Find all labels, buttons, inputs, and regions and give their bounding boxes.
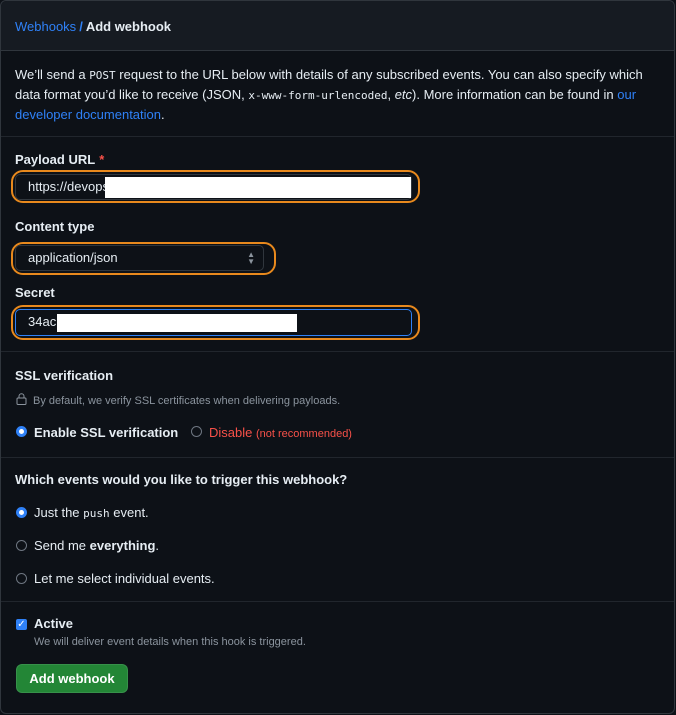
lock-icon <box>16 393 27 408</box>
ssl-disable-text: Disable <box>209 425 253 440</box>
secret-label: Secret <box>15 285 55 300</box>
post-code: POST <box>89 69 116 82</box>
event-individual-label[interactable]: Let me select individual events. <box>34 571 215 586</box>
active-checkbox[interactable]: ✓ <box>16 619 27 630</box>
content-type-label: Content type <box>15 219 95 234</box>
redacted-block <box>105 177 411 198</box>
form-header: Webhooks / Add webhook <box>1 1 674 51</box>
content-type-value: application/json <box>28 250 118 265</box>
urlencoded-code: x-www-form-urlencoded <box>248 89 388 102</box>
event-push-label[interactable]: Just the push event. <box>34 505 149 520</box>
ssl-disable-radio[interactable] <box>191 426 202 437</box>
everything-emphasis: everything <box>89 538 156 553</box>
push-code: push <box>83 507 110 520</box>
divider <box>1 601 674 602</box>
event-push-text: event. <box>109 505 149 520</box>
page-title: Add webhook <box>85 19 172 34</box>
secret-value: 34ac <box>28 314 57 329</box>
ssl-description: By default, we verify SSL certificates w… <box>33 395 341 407</box>
intro-text: We’ll send a POST request to the URL bel… <box>15 65 660 124</box>
intro-text-part: . <box>161 107 165 122</box>
intro-text-part: ). More information can be found in <box>412 87 618 102</box>
payload-url-value: https://devops <box>28 179 109 194</box>
ssl-enable-label[interactable]: Enable SSL verification <box>34 425 178 440</box>
ssl-enable-radio[interactable] <box>16 426 27 437</box>
intro-text-part: We’ll send a <box>15 67 90 82</box>
event-everything-text: . <box>155 538 160 553</box>
required-marker: * <box>99 152 105 167</box>
add-webhook-button[interactable]: Add webhook <box>16 664 128 693</box>
breadcrumb-separator: / <box>79 19 83 34</box>
payload-url-label-text: Payload URL <box>15 152 96 167</box>
divider <box>1 136 674 137</box>
event-individual-radio[interactable] <box>16 573 27 584</box>
ssl-disable-label[interactable]: Disable (not recommended) <box>209 425 352 440</box>
divider <box>1 457 674 458</box>
webhook-form-panel: Webhooks / Add webhook We’ll send a POST r… <box>0 0 675 714</box>
ssl-title: SSL verification <box>15 368 114 383</box>
select-arrows-icon: ▲ ▼ <box>247 250 255 266</box>
breadcrumb-webhooks-link[interactable]: Webhooks <box>15 19 76 34</box>
content-type-select[interactable]: application/json ▲ ▼ <box>15 245 264 271</box>
active-description: We will deliver event details when this … <box>34 636 306 648</box>
redacted-block <box>57 314 297 332</box>
event-everything-text: Send me <box>34 538 90 553</box>
events-question: Which events would you like to trigger t… <box>15 472 348 487</box>
event-push-radio[interactable] <box>16 507 27 518</box>
event-push-text: Just the <box>34 505 84 520</box>
breadcrumb: Webhooks / Add webhook <box>15 19 171 34</box>
active-label[interactable]: Active <box>34 616 73 631</box>
event-everything-radio[interactable] <box>16 540 27 551</box>
intro-text-part: , <box>387 87 395 102</box>
event-everything-label[interactable]: Send me everything. <box>34 538 159 553</box>
not-recommended-note: (not recommended) <box>255 428 352 440</box>
intro-etc: etc <box>394 87 413 102</box>
divider <box>1 351 674 352</box>
checkmark-icon: ✓ <box>17 619 26 630</box>
payload-url-label: Payload URL * <box>15 152 104 167</box>
